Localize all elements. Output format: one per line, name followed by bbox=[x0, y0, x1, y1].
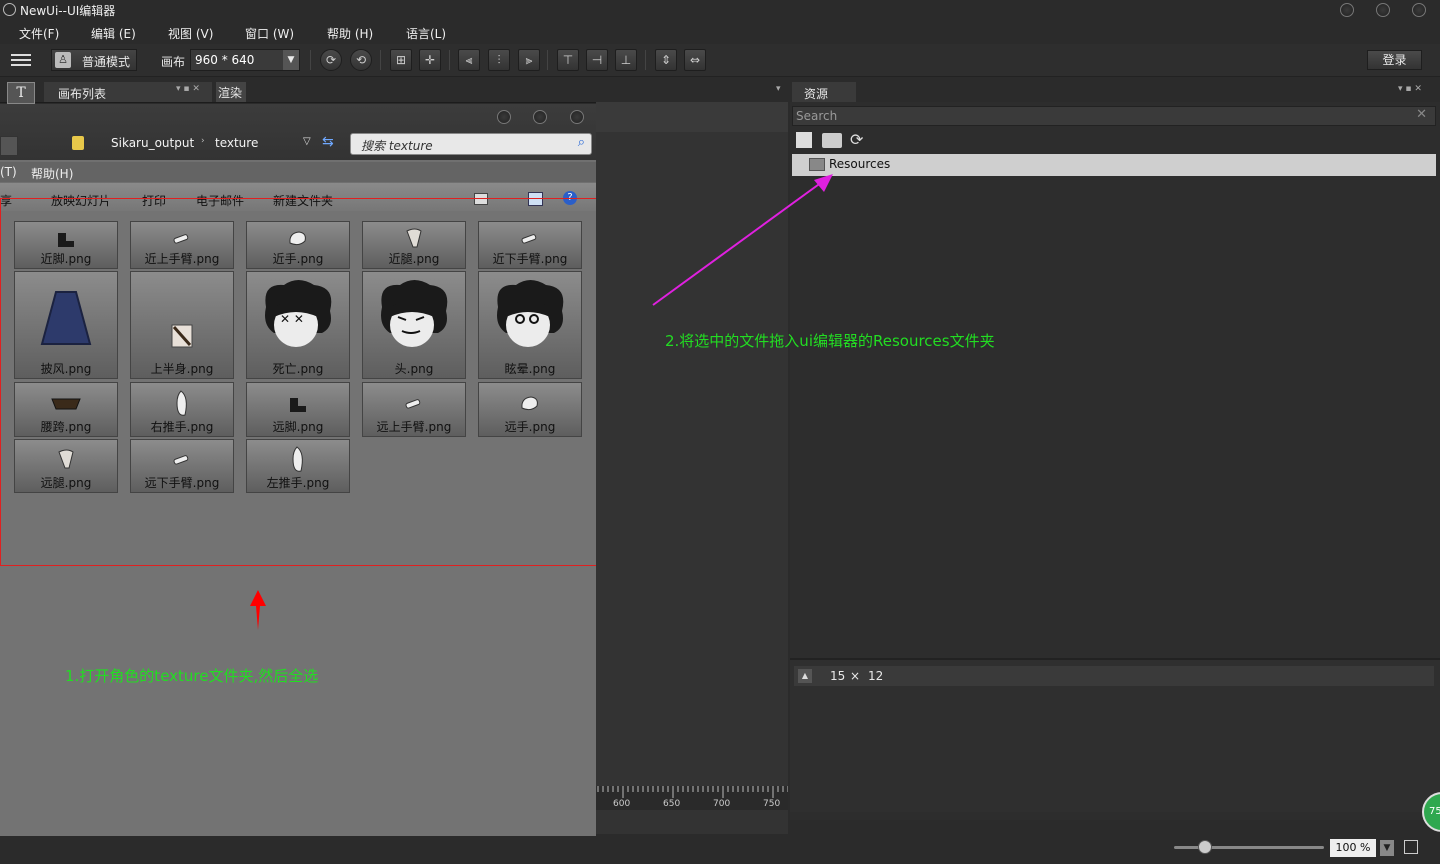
login-button[interactable]: 登录 bbox=[1367, 50, 1422, 70]
breadcrumb-sikaru-output[interactable]: Sikaru_output bbox=[111, 136, 194, 150]
size-height: 12 bbox=[868, 669, 884, 683]
open-folder-icon[interactable] bbox=[822, 133, 842, 148]
tab-render[interactable]: 渲染 bbox=[216, 82, 246, 102]
breadcrumb-texture[interactable]: texture bbox=[215, 136, 258, 150]
size-times: × bbox=[850, 669, 861, 683]
horizontal-ruler: 600 650 700 750 bbox=[596, 786, 788, 810]
menu-view[interactable]: 视图 (V) bbox=[168, 25, 213, 42]
explorer-menu-help[interactable]: 帮助(H) bbox=[31, 165, 73, 182]
resources-search-placeholder: Search bbox=[796, 109, 838, 123]
chevron-down-icon: ▼ bbox=[283, 50, 299, 70]
fit-screen-icon[interactable] bbox=[1404, 840, 1418, 854]
breadcrumb-separator-icon: › bbox=[201, 136, 205, 146]
tab-resources[interactable]: 资源 bbox=[792, 82, 856, 102]
resources-search-input[interactable]: Search ✕ bbox=[792, 106, 1436, 126]
ruler-tick-label: 750 bbox=[763, 799, 781, 809]
tab-render-label: 渲染 bbox=[218, 86, 243, 100]
menu-edit[interactable]: 编辑 (E) bbox=[91, 25, 136, 42]
ruler-tick-label: 700 bbox=[713, 799, 731, 809]
folder-icon bbox=[72, 136, 84, 150]
resources-folder-row[interactable]: Resources bbox=[792, 154, 1436, 176]
align-left-icon[interactable]: ⫷ bbox=[458, 49, 480, 71]
tab-dropdown-icon[interactable]: ▾ ▪ ✕ bbox=[176, 84, 200, 94]
explorer-maximize-button[interactable] bbox=[533, 110, 547, 124]
toolbar: ♙ 普通模式 画布 960 * 640 ▼ ⟳ ⟲ ⊞ ✛ ⫷ ⫶ ⫸ ⊤ ⊣ … bbox=[0, 44, 1440, 77]
search-icon[interactable]: ⌕ bbox=[578, 135, 585, 150]
ruler-tick-label: 650 bbox=[663, 799, 681, 809]
resources-folder-label: Resources bbox=[829, 157, 891, 171]
maximize-button[interactable] bbox=[1376, 3, 1390, 17]
rotate-cw-icon[interactable]: ⟳ bbox=[320, 49, 342, 71]
explorer-menu-tools[interactable]: (T) bbox=[0, 165, 17, 179]
collapse-icon[interactable]: ▲ bbox=[798, 669, 812, 683]
canvas-strip bbox=[596, 102, 788, 132]
tab-canvas-list-label: 画布列表 bbox=[58, 87, 107, 101]
toolbar-separator bbox=[645, 50, 646, 70]
canvas-label: 画布 bbox=[161, 55, 186, 69]
tab-resources-label: 资源 bbox=[804, 87, 829, 101]
explorer-search-placeholder: 搜索 texture bbox=[361, 139, 433, 153]
anchor-icon[interactable]: ✛ bbox=[419, 49, 441, 71]
center-tab-dropdown-icon[interactable]: ▾ bbox=[776, 84, 781, 94]
nav-back-button[interactable] bbox=[0, 136, 18, 156]
status-bar: 100 % ▼ bbox=[596, 834, 1440, 864]
distribute-v-icon[interactable]: ⇕ bbox=[655, 49, 677, 71]
center-icon[interactable]: ⊞ bbox=[390, 49, 412, 71]
distribute-h-icon[interactable]: ⇔ bbox=[684, 49, 706, 71]
align-top-icon[interactable]: ⊤ bbox=[557, 49, 579, 71]
app-icon bbox=[3, 3, 16, 16]
menu-window[interactable]: 窗口 (W) bbox=[245, 25, 294, 42]
red-arrow-icon bbox=[250, 590, 266, 630]
align-center-h-icon[interactable]: ⫶ bbox=[488, 49, 510, 71]
zoom-slider[interactable] bbox=[1174, 846, 1324, 849]
mode-label: 普通模式 bbox=[82, 55, 131, 69]
canvas-size-value: 960 * 640 bbox=[195, 53, 255, 67]
rotate-ccw-icon[interactable]: ⟲ bbox=[350, 49, 372, 71]
toolbar-separator bbox=[310, 50, 311, 70]
explorer-search-input[interactable]: 搜索 texture ⌕ bbox=[350, 133, 592, 155]
zoom-slider-handle[interactable] bbox=[1198, 840, 1212, 854]
align-bottom-icon[interactable]: ⊥ bbox=[615, 49, 637, 71]
mode-button[interactable]: ♙ 普通模式 bbox=[51, 49, 137, 71]
explorer-menu-bar: (T) 帮助(H) bbox=[0, 162, 596, 182]
ruler-tick-label: 600 bbox=[613, 799, 631, 809]
left-tab-bar: T 画布列表 ▾ ▪ ✕ 渲染 ▾ bbox=[0, 80, 786, 104]
toolbar-separator bbox=[547, 50, 548, 70]
zoom-dropdown-icon[interactable]: ▼ bbox=[1380, 840, 1394, 856]
minimize-button[interactable] bbox=[1340, 3, 1354, 17]
refresh-icon[interactable]: ⇆ bbox=[322, 134, 334, 150]
window-title: NewUi--UI编辑器 bbox=[20, 4, 116, 18]
panel-options-icon[interactable]: ▾ ▪ ✕ bbox=[1398, 84, 1422, 94]
tab-canvas-list[interactable]: 画布列表 ▾ ▪ ✕ bbox=[44, 82, 212, 102]
history-dropdown-icon[interactable]: ▽ bbox=[303, 136, 311, 147]
size-width: 15 bbox=[830, 669, 846, 683]
zoom-input[interactable]: 100 % bbox=[1330, 839, 1376, 857]
explorer-minimize-button[interactable] bbox=[497, 110, 511, 124]
text-tool-icon[interactable]: T bbox=[7, 82, 35, 104]
explorer-close-button[interactable] bbox=[570, 110, 584, 124]
menu-file[interactable]: 文件(F) bbox=[19, 25, 59, 42]
refresh-resources-icon[interactable]: ⟳ bbox=[850, 130, 863, 149]
align-middle-icon[interactable]: ⊣ bbox=[586, 49, 608, 71]
resources-tab-bar: 资源 ▾ ▪ ✕ bbox=[790, 80, 1440, 102]
magenta-arrow-icon bbox=[652, 174, 833, 306]
close-button[interactable] bbox=[1412, 3, 1426, 17]
properties-panel: ▲ 15 × 12 bbox=[790, 658, 1440, 812]
menu-language[interactable]: 语言(L) bbox=[406, 25, 446, 42]
clear-search-icon[interactable]: ✕ bbox=[1416, 107, 1427, 122]
align-right-icon[interactable]: ⫸ bbox=[518, 49, 540, 71]
title-bar: NewUi--UI编辑器 bbox=[0, 0, 1440, 20]
toolbar-separator bbox=[449, 50, 450, 70]
toolbar-separator bbox=[380, 50, 381, 70]
menu-bar: 文件(F) 编辑 (E) 视图 (V) 窗口 (W) 帮助 (H) 语言(L) bbox=[0, 20, 1440, 44]
instruction-step1: 1.打开角色的texture文件夹,然后全选 bbox=[65, 667, 319, 685]
person-icon: ♙ bbox=[55, 52, 71, 68]
instruction-step2: 2.将选中的文件拖入ui编辑器的Resources文件夹 bbox=[665, 332, 995, 350]
new-file-icon[interactable] bbox=[796, 132, 812, 148]
size-row: ▲ 15 × 12 bbox=[794, 666, 1434, 686]
highlight-box bbox=[0, 198, 617, 566]
menu-help[interactable]: 帮助 (H) bbox=[327, 25, 373, 42]
canvas-size-select[interactable]: 960 * 640 ▼ bbox=[190, 49, 300, 71]
hamburger-menu-icon[interactable] bbox=[11, 52, 31, 68]
